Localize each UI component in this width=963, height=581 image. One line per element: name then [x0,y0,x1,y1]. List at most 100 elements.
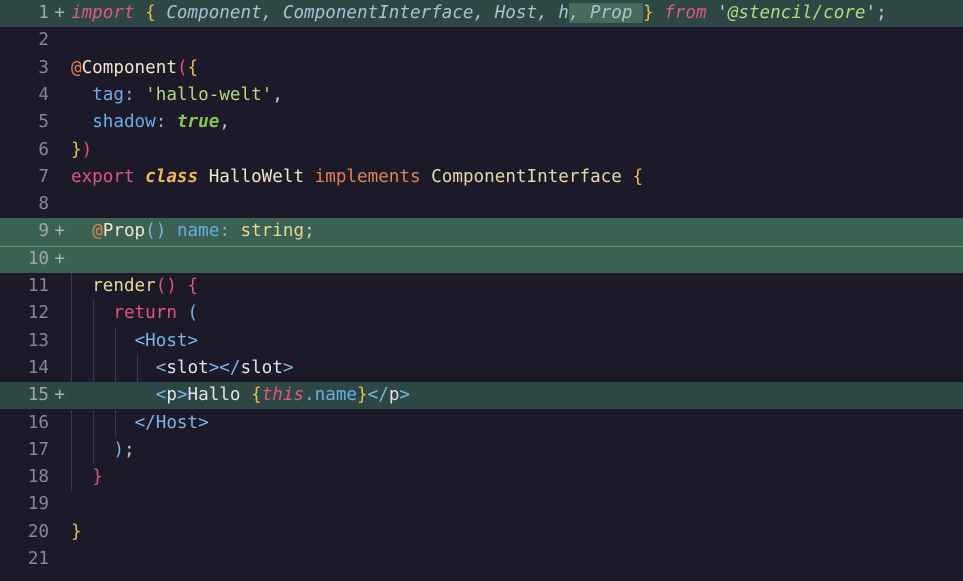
code-text[interactable]: @Component({ [71,55,198,82]
code-line-1[interactable]: 1 + import { Component, ComponentInterface… [0,0,963,28]
diff-added-marker: + [54,221,65,242]
code-token: : [123,84,146,105]
line-gutter: 1 + [0,0,66,27]
code-token: , [272,84,283,105]
code-line-17[interactable]: 17 ); [0,436,963,465]
code-token: Host [145,330,188,351]
code-token: : [155,112,177,133]
code-text[interactable]: import { Component, ComponentInterface, … [71,0,887,27]
code-line-6[interactable]: 6}) [0,137,963,164]
code-line-20[interactable]: 20} [0,519,963,546]
code-line-7[interactable]: 7 export class HalloWelt implements Compo… [0,164,963,191]
line-number: 12 [27,303,49,324]
code-text[interactable]: <Host> [71,328,199,355]
code-line-8[interactable]: 8 [0,191,963,218]
code-token: from [664,3,707,23]
line-number: 16 [27,412,49,433]
code-text[interactable]: </Host> [71,410,209,437]
line-gutter: 11 [0,273,66,300]
line-gutter: 8 [0,191,66,218]
code-line-11[interactable]: 11 render() { [0,273,963,301]
code-line-19[interactable]: 19 [0,491,963,518]
code-token: { [251,385,262,406]
line-gutter: 6 [0,137,66,164]
code-token: slot [166,357,209,378]
code-line-10[interactable]: 10 + [0,245,963,273]
code-text[interactable]: <p>Hallo {this.name}</p> [71,382,410,409]
line-number: 9 [38,221,49,242]
code-token: HalloWelt [198,166,315,187]
code-token: string [240,221,305,242]
code-text[interactable]: @Prop() name: string; [71,218,315,245]
code-token: { [187,276,199,296]
code-line-14[interactable]: 14 <slot></slot> [0,354,963,383]
code-token: > [187,330,199,351]
line-number: 18 [27,467,49,488]
code-line-12[interactable]: 12 return ( [0,300,963,328]
code-token: < [155,385,167,406]
code-text[interactable]: } [71,464,103,491]
code-text[interactable]: }) [71,137,92,164]
line-number: 20 [27,521,49,542]
code-line-21[interactable]: 21 [0,546,963,573]
code-text[interactable]: shadow: true, [71,109,230,136]
code-token: @ [71,57,82,78]
code-line-3[interactable]: 3 @Component({ [0,55,963,82]
line-number: 8 [38,194,49,215]
code-token: , Prop [568,3,644,23]
code-token: () [145,221,167,242]
code-editor[interactable]: 1 + import { Component, ComponentInterface… [0,0,963,581]
code-token: } [71,139,82,160]
code-token: ; [304,221,315,242]
code-token: this [261,385,305,406]
code-token: true [176,112,220,133]
line-gutter: 19 [0,491,66,518]
code-token: slot [240,357,283,378]
code-token: () [155,276,177,296]
code-text[interactable]: return ( [71,300,198,327]
code-line-9[interactable]: 9 + @Prop() name: string; [0,218,963,246]
code-line-18[interactable]: 18 } [0,464,963,492]
code-token: return [113,303,177,324]
line-gutter: 20 [0,519,66,546]
line-number: 21 [27,549,49,569]
code-token: < [155,357,167,378]
line-gutter: 9 + [0,218,66,245]
diff-added-marker: + [54,385,65,406]
line-number: 15 [27,385,49,406]
code-text[interactable]: ); [71,437,134,464]
line-gutter: 12 [0,300,66,327]
code-text[interactable]: tag: 'hallo-welt', [71,82,283,109]
code-token: ) [113,439,124,460]
code-token: p [388,385,400,406]
code-text[interactable]: <slot></slot> [71,355,294,382]
line-number: 7 [38,166,49,187]
code-line-16[interactable]: 16 </Host> [0,409,963,437]
line-gutter: 15 + [0,382,66,409]
code-token: @ [92,221,103,242]
code-line-13[interactable]: 13 <Host> [0,327,963,355]
code-token: export [71,166,135,187]
code-line-2[interactable]: 2 [0,27,963,54]
code-text[interactable]: render() { [71,273,198,300]
code-token: { [187,57,199,78]
code-line-15[interactable]: 15 + <p>Hallo {this.name}</p> [0,382,963,410]
code-line-4[interactable]: 4 tag: 'hallo-welt', [0,82,963,109]
line-gutter: 5 [0,109,66,136]
code-text[interactable]: } [71,519,82,546]
code-line-5[interactable]: 5 shadow: true, [0,109,963,136]
code-token: Prop [102,221,146,242]
code-text[interactable]: export class HalloWelt implements Compon… [71,164,643,191]
